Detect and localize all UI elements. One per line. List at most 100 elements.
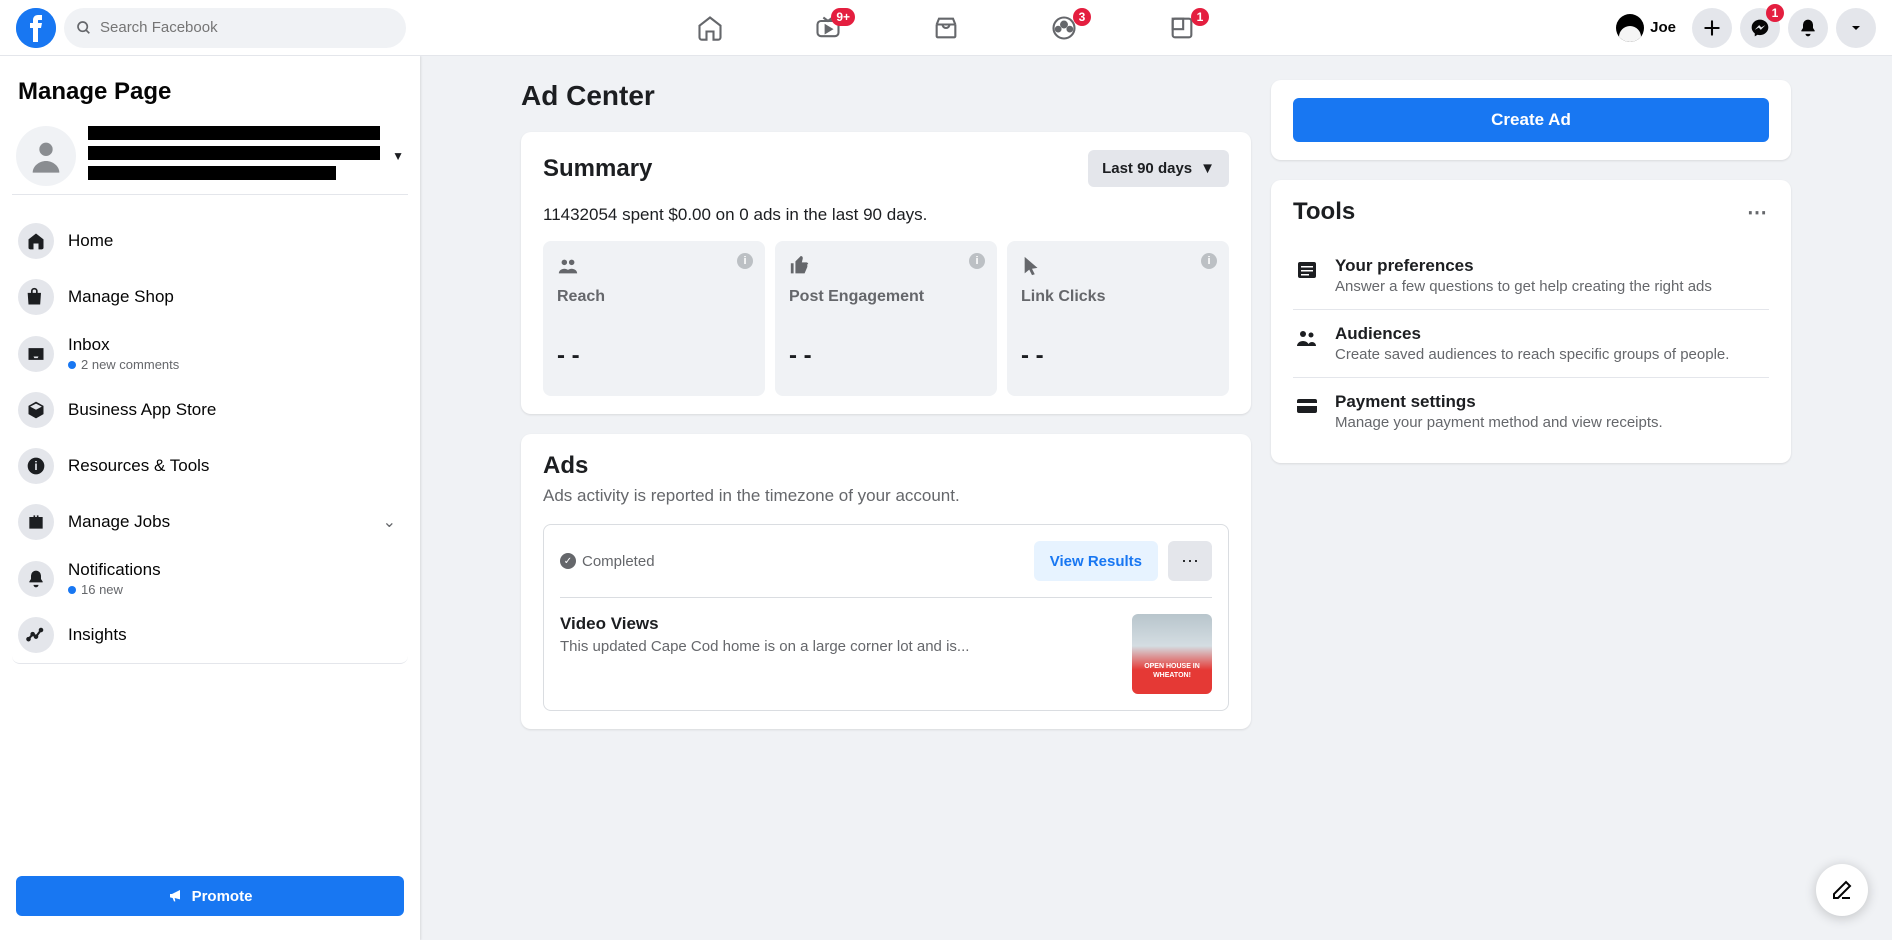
groups-badge: 3 xyxy=(1073,8,1091,26)
sidebar: Manage Page ▼ Home Manage Shop xyxy=(0,56,420,940)
svg-text:i: i xyxy=(34,460,37,473)
watch-badge: 9+ xyxy=(831,8,855,26)
top-header: 9+ 3 1 Joe 1 xyxy=(0,0,1892,56)
cursor-icon xyxy=(1021,255,1043,277)
sidebar-item-inbox[interactable]: Inbox 2 new comments xyxy=(12,325,408,382)
ad-item: ✓ Completed View Results ⋯ Video Views T… xyxy=(543,524,1229,711)
create-ad-card: Create Ad xyxy=(1271,80,1791,160)
metric-clicks[interactable]: Link Clicks - - i xyxy=(1007,241,1229,396)
messenger-icon xyxy=(1750,18,1770,38)
ad-status: ✓ Completed xyxy=(560,553,655,570)
chevron-down-icon: ▼ xyxy=(392,149,404,163)
summary-card: Summary Last 90 days ▼ 11432054 spent $0… xyxy=(521,132,1251,414)
inbox-icon xyxy=(26,344,46,364)
create-button[interactable] xyxy=(1692,8,1732,48)
page-selector[interactable]: ▼ xyxy=(12,118,408,195)
sidebar-item-insights[interactable]: Insights xyxy=(12,607,408,664)
create-ad-button[interactable]: Create Ad xyxy=(1293,98,1769,142)
info-icon[interactable]: i xyxy=(1201,253,1217,269)
sidebar-item-label: Notifications xyxy=(68,560,402,580)
sidebar-nav: Home Manage Shop Inbox 2 new comments Bu… xyxy=(12,213,408,868)
bell-icon xyxy=(1798,18,1818,38)
date-range-select[interactable]: Last 90 days ▼ xyxy=(1088,150,1229,187)
search-input[interactable] xyxy=(100,19,394,36)
tools-card: Tools ⋯ Your preferences Answer a few qu… xyxy=(1271,180,1791,463)
ad-more-button[interactable]: ⋯ xyxy=(1168,541,1212,581)
metric-reach[interactable]: Reach - - i xyxy=(543,241,765,396)
nav-gaming[interactable]: 1 xyxy=(1127,4,1237,52)
view-results-button[interactable]: View Results xyxy=(1034,541,1158,581)
sidebar-item-manage-shop[interactable]: Manage Shop xyxy=(12,269,408,325)
home-icon xyxy=(696,14,724,42)
sidebar-item-manage-jobs[interactable]: Manage Jobs ⌄ xyxy=(12,494,408,550)
tool-audiences[interactable]: Audiences Create saved audiences to reac… xyxy=(1293,310,1769,378)
tool-label: Audiences xyxy=(1335,324,1729,344)
main: Ad Center Summary Last 90 days ▼ 1143205… xyxy=(420,56,1892,940)
info-icon[interactable]: i xyxy=(737,253,753,269)
promote-label: Promote xyxy=(192,888,253,905)
card-icon xyxy=(1295,394,1319,418)
sidebar-item-label: Inbox xyxy=(68,335,402,355)
sidebar-item-label: Home xyxy=(68,231,113,251)
metric-label: Post Engagement xyxy=(789,288,983,306)
ad-kind: Video Views xyxy=(560,614,1116,634)
nav-groups[interactable]: 3 xyxy=(1009,4,1119,52)
tools-more-button[interactable]: ⋯ xyxy=(1747,200,1769,225)
right-column: Create Ad Tools ⋯ Your preferences Answe… xyxy=(1271,80,1791,916)
info-icon[interactable]: i xyxy=(969,253,985,269)
messenger-button[interactable]: 1 xyxy=(1740,8,1780,48)
tool-preferences[interactable]: Your preferences Answer a few questions … xyxy=(1293,242,1769,310)
header-right: Joe 1 xyxy=(1612,8,1876,48)
metric-value: - - xyxy=(1021,342,1215,370)
user-avatar xyxy=(1616,14,1644,42)
metric-engagement[interactable]: Post Engagement - - i xyxy=(775,241,997,396)
sidebar-item-label: Business App Store xyxy=(68,400,216,420)
megaphone-icon xyxy=(168,888,184,904)
like-icon xyxy=(789,255,811,277)
marketplace-icon xyxy=(932,14,960,42)
layout: Manage Page ▼ Home Manage Shop xyxy=(0,56,1892,940)
check-icon: ✓ xyxy=(560,553,576,569)
ads-title: Ads xyxy=(543,452,1229,480)
people-icon xyxy=(557,255,579,277)
user-name: Joe xyxy=(1650,19,1676,36)
nav-home[interactable] xyxy=(655,4,765,52)
chevron-down-icon: ▼ xyxy=(1200,160,1215,177)
tool-payment[interactable]: Payment settings Manage your payment met… xyxy=(1293,378,1769,445)
ad-status-label: Completed xyxy=(582,553,655,570)
plus-icon xyxy=(1702,18,1722,38)
promote-button[interactable]: Promote xyxy=(16,876,404,916)
search-bar[interactable] xyxy=(64,8,406,48)
facebook-logo[interactable] xyxy=(16,8,56,48)
page-title: Ad Center xyxy=(521,80,1251,112)
sidebar-item-sub: 16 new xyxy=(68,582,402,597)
sidebar-item-home[interactable]: Home xyxy=(12,213,408,269)
sidebar-title: Manage Page xyxy=(18,78,408,106)
nav-marketplace[interactable] xyxy=(891,4,1001,52)
page-avatar xyxy=(16,126,76,186)
person-icon xyxy=(26,136,66,176)
ads-subtitle: Ads activity is reported in the timezone… xyxy=(543,486,1229,506)
compose-fab[interactable] xyxy=(1816,864,1868,916)
sidebar-item-label: Insights xyxy=(68,625,127,645)
sidebar-item-notifications[interactable]: Notifications 16 new xyxy=(12,550,408,607)
ad-thumbnail[interactable]: OPEN HOUSE IN WHEATON! xyxy=(1132,614,1212,694)
metric-label: Reach xyxy=(557,288,751,306)
main-column: Ad Center Summary Last 90 days ▼ 1143205… xyxy=(521,80,1251,916)
user-chip[interactable]: Joe xyxy=(1612,10,1684,46)
sidebar-item-resources[interactable]: i Resources & Tools xyxy=(12,438,408,494)
sidebar-item-app-store[interactable]: Business App Store xyxy=(12,382,408,438)
account-button[interactable] xyxy=(1836,8,1876,48)
sidebar-item-label: Resources & Tools xyxy=(68,456,209,476)
messenger-badge: 1 xyxy=(1766,4,1784,22)
notifications-button[interactable] xyxy=(1788,8,1828,48)
briefcase-icon xyxy=(26,512,46,532)
chevron-down-icon: ⌄ xyxy=(383,512,396,532)
gaming-badge: 1 xyxy=(1191,8,1209,26)
sidebar-item-label: Manage Jobs xyxy=(68,512,369,532)
header-nav: 9+ 3 1 xyxy=(655,4,1237,52)
summary-title: Summary xyxy=(543,155,652,183)
tool-label: Your preferences xyxy=(1335,256,1712,276)
nav-watch[interactable]: 9+ xyxy=(773,4,883,52)
metric-label: Link Clicks xyxy=(1021,288,1215,306)
